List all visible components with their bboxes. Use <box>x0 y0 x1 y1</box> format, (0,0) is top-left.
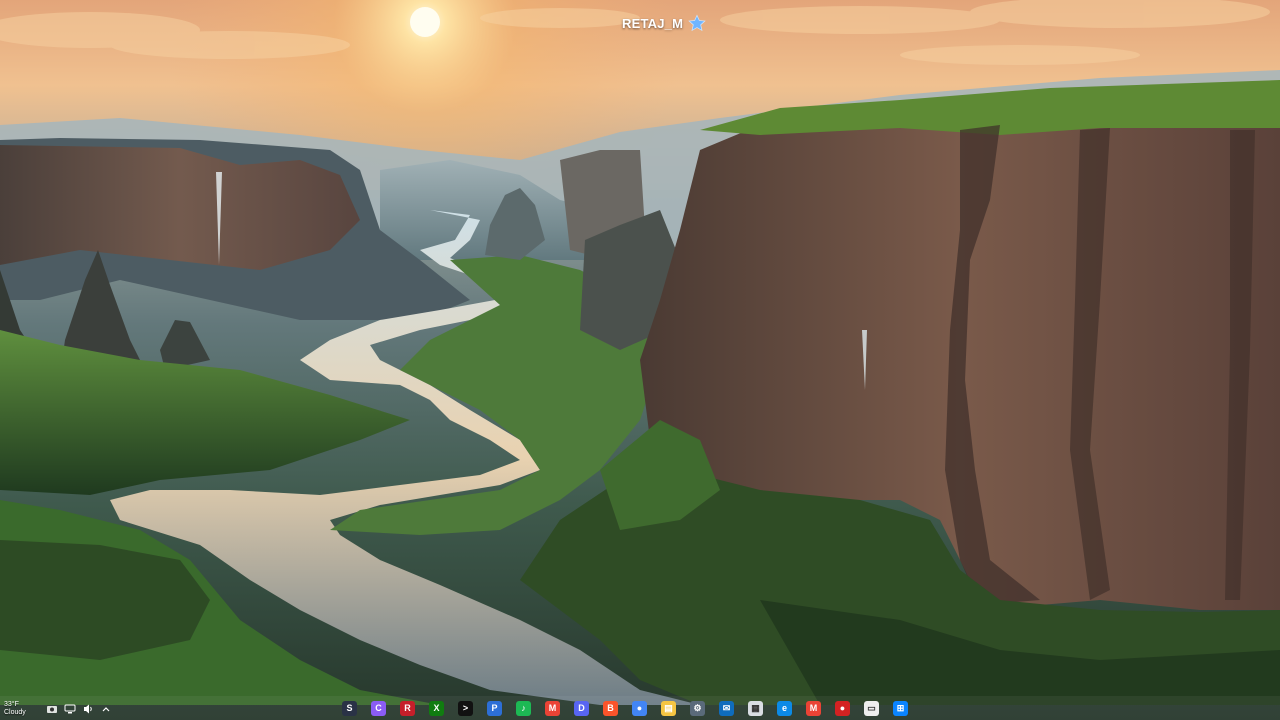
chevron-up-icon[interactable] <box>100 703 112 715</box>
steam-icon: S <box>342 700 357 716</box>
desktop-user-label: RETAJ_M <box>622 13 706 33</box>
taskbar-app-file-explorer[interactable]: ▤ <box>657 697 680 720</box>
mail-icon: ✉ <box>719 700 734 716</box>
gmail-2-icon: M <box>806 700 821 716</box>
taskbar-app-spotify[interactable]: ♪ <box>512 697 535 720</box>
notepad-icon: ▭ <box>864 700 879 716</box>
spotify-icon: ♪ <box>516 700 531 716</box>
volume-icon[interactable] <box>82 703 94 715</box>
brave-icon: B <box>603 700 618 716</box>
taskbar-app-xbox[interactable]: X <box>425 697 448 720</box>
taskbar-app-record[interactable]: ● <box>831 697 854 720</box>
weather-widget[interactable]: 33°F Cloudy <box>4 700 40 718</box>
pinned-apps: S C R X > P ♪ M D B ● ▤ ⚙ ✉ ▦ e M ● ▭ ⊞ <box>338 696 912 720</box>
edge-icon: e <box>777 700 792 716</box>
chrome-icon: ● <box>632 700 647 716</box>
weather-temperature: 33°F <box>4 701 19 708</box>
terminal-icon: > <box>458 700 473 716</box>
taskbar-app-terminal[interactable]: > <box>454 697 477 720</box>
taskbar-app-photos[interactable]: P <box>483 697 506 720</box>
taskbar-app-gmail[interactable]: M <box>541 697 564 720</box>
taskbar-app-steam[interactable]: S <box>338 697 361 720</box>
taskbar-app-windows-start[interactable]: ⊞ <box>889 697 912 720</box>
taskbar-app-roblox[interactable]: R <box>396 697 419 720</box>
record-icon: ● <box>835 700 850 716</box>
taskbar-app-edge[interactable]: e <box>773 697 796 720</box>
windows-start-icon: ⊞ <box>893 700 908 716</box>
taskbar-app-brave[interactable]: B <box>599 697 622 720</box>
taskbar-app-gmail-2[interactable]: M <box>802 697 825 720</box>
network-icon[interactable] <box>64 703 76 715</box>
taskbar-app-copilot[interactable]: C <box>367 697 390 720</box>
taskbar: 33°F Cloudy S C R X > P ♪ M D B ● ▤ ⚙ ✉ ▦ e M ● ▭ ⊞ <box>0 696 1280 720</box>
system-tray: 33°F Cloudy <box>0 698 112 720</box>
desktop-user-label-text: RETAJ_M <box>622 15 684 31</box>
weather-condition: Cloudy <box>4 709 26 716</box>
copilot-icon: C <box>371 700 386 716</box>
taskbar-app-discord[interactable]: D <box>570 697 593 720</box>
taskbar-app-chrome[interactable]: ● <box>628 697 651 720</box>
taskbar-app-mail[interactable]: ✉ <box>715 697 738 720</box>
store-icon: ▦ <box>748 700 763 716</box>
discord-icon: D <box>574 700 589 716</box>
taskbar-app-notepad[interactable]: ▭ <box>860 697 883 720</box>
gmail-icon: M <box>545 700 560 716</box>
camera-icon[interactable] <box>46 703 58 715</box>
roblox-icon: R <box>400 700 415 716</box>
settings-icon: ⚙ <box>690 700 705 716</box>
xbox-icon: X <box>429 700 444 716</box>
desktop: RETAJ_M 33°F Cloudy S C R X > P ♪ M D B ● ▤ ⚙ ✉ ▦ e M ● ▭ ⊞ <box>0 0 1280 720</box>
taskbar-app-store[interactable]: ▦ <box>744 697 767 720</box>
photos-icon: P <box>487 700 502 716</box>
file-explorer-icon: ▤ <box>661 700 676 716</box>
star-icon <box>688 14 706 32</box>
wallpaper-landscape <box>0 0 1280 705</box>
taskbar-app-settings[interactable]: ⚙ <box>686 697 709 720</box>
